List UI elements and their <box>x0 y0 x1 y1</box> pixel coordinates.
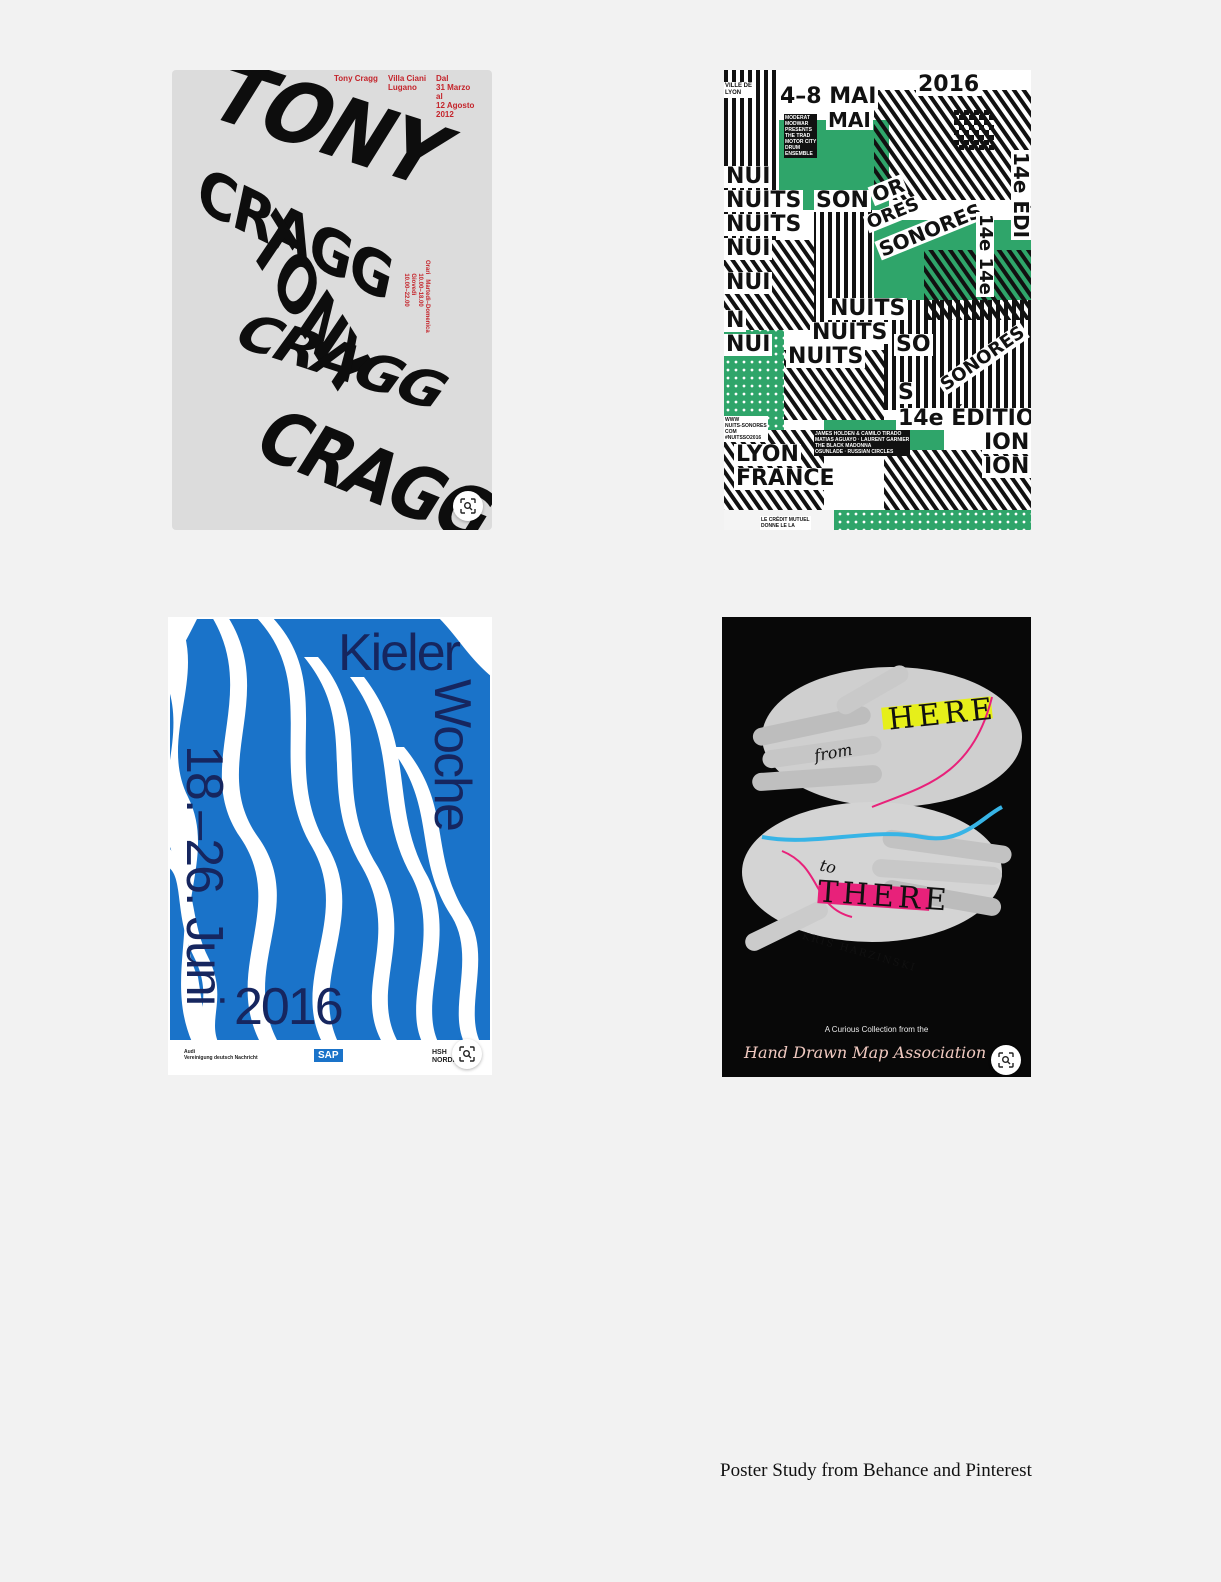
poster-city: LYON <box>734 442 801 467</box>
poster-side-info: Orari Martedì–Domenica 10.00–18.00 Giove… <box>403 260 430 333</box>
poster-side-edition: 14e 14e <box>975 212 996 297</box>
poster-word: ION <box>982 454 1031 479</box>
visual-search-button[interactable] <box>453 491 483 521</box>
poster-tony-cragg[interactable]: Tony Cragg Villa Ciani Lugano Dal 31 Mar… <box>172 70 492 530</box>
page-caption: Poster Study from Behance and Pinterest <box>720 1460 1032 1481</box>
poster-lineup-bottom: JAMES HOLDEN & CAMILO TIRADO MATIAS AGUA… <box>814 430 911 456</box>
visual-search-button[interactable] <box>991 1045 1021 1075</box>
poster-title: Woche <box>423 679 481 830</box>
poster-footer-badge: LE CRÉDIT MUTUEL DONNE LE LA <box>760 516 811 530</box>
poster-association: Hand Drawn Map Association <box>744 1043 987 1062</box>
poster-dates: 4–8 MAI <box>778 84 879 109</box>
poster-subtitle: A Curious Collection from the <box>824 1025 929 1034</box>
poster-city-badge: VILLE DE LYON <box>724 82 754 98</box>
poster-word: NUITS <box>828 296 908 321</box>
poster-word: NUI <box>724 236 773 261</box>
poster-title: Kieler <box>338 624 461 682</box>
poster-word: NUI <box>724 164 773 189</box>
poster-here-to-there[interactable]: from HERE to THERE KRIS HARZINSKI A Curi… <box>722 617 1031 1077</box>
poster-word: SO <box>894 332 933 357</box>
poster-website: WWW NUITS-SONORES COM #NUITSSO2016 <box>724 416 768 442</box>
poster-word: N <box>724 308 747 333</box>
poster-word: NUI <box>724 270 773 295</box>
poster-edition: 14e ÉDITIO <box>896 408 1031 430</box>
poster-nuits-sonores[interactable]: VILLE DE LYON 4–8 MAI 2016 MAI MODERAT M… <box>724 70 1031 530</box>
poster-word: S <box>896 380 916 405</box>
poster-word: ION <box>982 430 1031 455</box>
poster-word: NUI <box>724 332 773 357</box>
poster-venue-label: Villa Ciani Lugano <box>388 74 427 92</box>
poster-year: 2016 <box>234 978 344 1036</box>
poster-word: NUITS <box>810 320 890 345</box>
poster-country: FRANCE <box>734 466 837 491</box>
sponsor-audi: Audi Vereinigung deutsch Nachricht <box>184 1049 258 1061</box>
poster-lineup-small: MODERAT MODWAR PRESENTS THE TRAD MOTOR C… <box>784 114 818 158</box>
poster-word: SON <box>814 188 871 213</box>
poster-word: NUITS <box>724 188 804 213</box>
visual-search-button[interactable] <box>452 1039 482 1069</box>
poster-kieler-woche[interactable]: Kieler Woche 18.–26. Juni 2016 Audi Vere… <box>168 617 492 1075</box>
poster-word: NUITS <box>724 212 804 237</box>
poster-dates: 18.–26. Juni <box>175 745 233 1005</box>
visual-search-icon <box>459 1046 475 1062</box>
poster-word: MAI <box>826 108 873 132</box>
poster-side-edition: 14e ÉDI <box>1009 150 1031 241</box>
visual-search-icon <box>998 1052 1014 1068</box>
sponsor-sap: SAP <box>314 1049 343 1062</box>
poster-word: NUITS <box>786 344 866 369</box>
poster-year: 2016 <box>916 72 982 97</box>
visual-search-icon <box>460 498 476 514</box>
